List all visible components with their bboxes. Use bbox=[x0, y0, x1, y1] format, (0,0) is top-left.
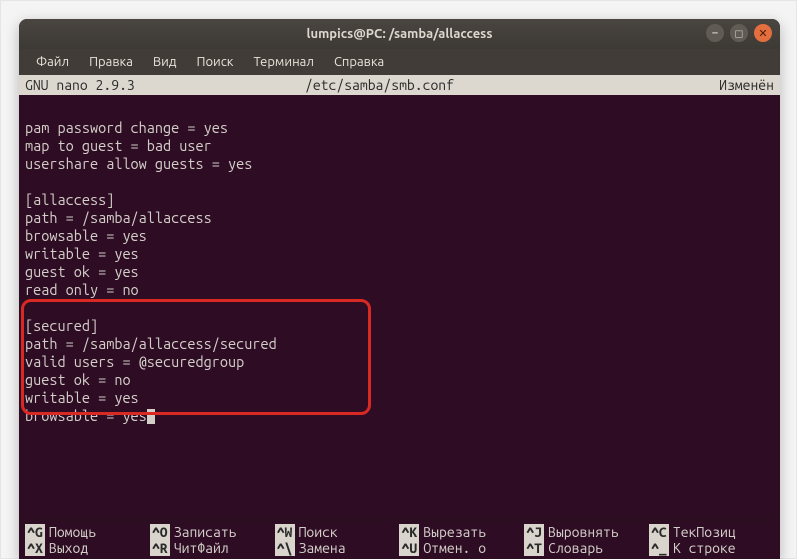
minimize-button[interactable]: – bbox=[706, 24, 724, 42]
key-icon: ^O bbox=[150, 524, 170, 540]
key-icon: ^J bbox=[524, 524, 544, 540]
close-button[interactable]: ✕ bbox=[754, 24, 772, 42]
key-icon: ^R bbox=[150, 540, 170, 556]
key-icon: ^\ bbox=[275, 540, 295, 556]
shortcut-cut: ^KВырезать bbox=[399, 524, 524, 540]
shortcut-spell: ^TСловарь bbox=[524, 540, 649, 556]
shortcuts-row-2: ^XВыход ^RЧитФайл ^\Замена ^UОтмен. о ^T… bbox=[25, 540, 774, 556]
menu-help[interactable]: Справка bbox=[325, 52, 393, 72]
terminal-window: lumpics@PC: /samba/allaccess – ◻ ✕ Файл … bbox=[19, 19, 780, 559]
key-icon: ^X bbox=[25, 540, 45, 556]
config-text: pam password change = yes map to guest =… bbox=[25, 119, 774, 425]
menu-search[interactable]: Поиск bbox=[187, 52, 242, 72]
shortcuts-row-1: ^GПомощь ^OЗаписать ^WПоиск ^KВырезать ^… bbox=[25, 524, 774, 540]
maximize-button[interactable]: ◻ bbox=[730, 24, 748, 42]
editor-area[interactable]: pam password change = yes map to guest =… bbox=[19, 95, 780, 515]
key-icon: ^G bbox=[25, 524, 45, 540]
menu-terminal[interactable]: Терминал bbox=[244, 52, 322, 72]
key-icon: ^_ bbox=[649, 540, 669, 556]
shortcut-justify: ^JВыровнять bbox=[524, 524, 649, 540]
shortcut-writeout: ^OЗаписать bbox=[150, 524, 275, 540]
key-icon: ^C bbox=[649, 524, 669, 540]
window-title: lumpics@PC: /samba/allaccess bbox=[307, 27, 493, 41]
nano-filename: /etc/samba/smb.conf bbox=[305, 77, 684, 93]
shortcut-exit: ^XВыход bbox=[25, 540, 150, 556]
key-icon: ^U bbox=[399, 540, 419, 556]
menu-file[interactable]: Файл bbox=[27, 52, 78, 72]
menu-view[interactable]: Вид bbox=[144, 52, 186, 72]
shortcut-readfile: ^RЧитФайл bbox=[150, 540, 275, 556]
shortcut-whereis: ^WПоиск bbox=[275, 524, 400, 540]
key-icon: ^T bbox=[524, 540, 544, 556]
window-controls: – ◻ ✕ bbox=[706, 24, 772, 42]
shortcut-replace: ^\Замена bbox=[275, 540, 400, 556]
shortcut-gotoline: ^_К строке bbox=[649, 540, 774, 556]
menu-edit[interactable]: Правка bbox=[80, 52, 142, 72]
shortcut-curpos: ^CТекПозиц bbox=[649, 524, 774, 540]
titlebar: lumpics@PC: /samba/allaccess – ◻ ✕ bbox=[19, 19, 780, 49]
text-cursor bbox=[147, 409, 155, 424]
nano-statusbar: GNU nano 2.9.3 /etc/samba/smb.conf Измен… bbox=[19, 75, 780, 95]
nano-app-version: GNU nano 2.9.3 bbox=[25, 77, 305, 93]
key-icon: ^W bbox=[275, 524, 295, 540]
nano-shortcuts: ^GПомощь ^OЗаписать ^WПоиск ^KВырезать ^… bbox=[19, 524, 780, 559]
shortcut-uncut: ^UОтмен. о bbox=[399, 540, 524, 556]
nano-modified-status: Изменён bbox=[684, 77, 774, 93]
menubar: Файл Правка Вид Поиск Терминал Справка bbox=[19, 49, 780, 75]
shortcut-help: ^GПомощь bbox=[25, 524, 150, 540]
key-icon: ^K bbox=[399, 524, 419, 540]
